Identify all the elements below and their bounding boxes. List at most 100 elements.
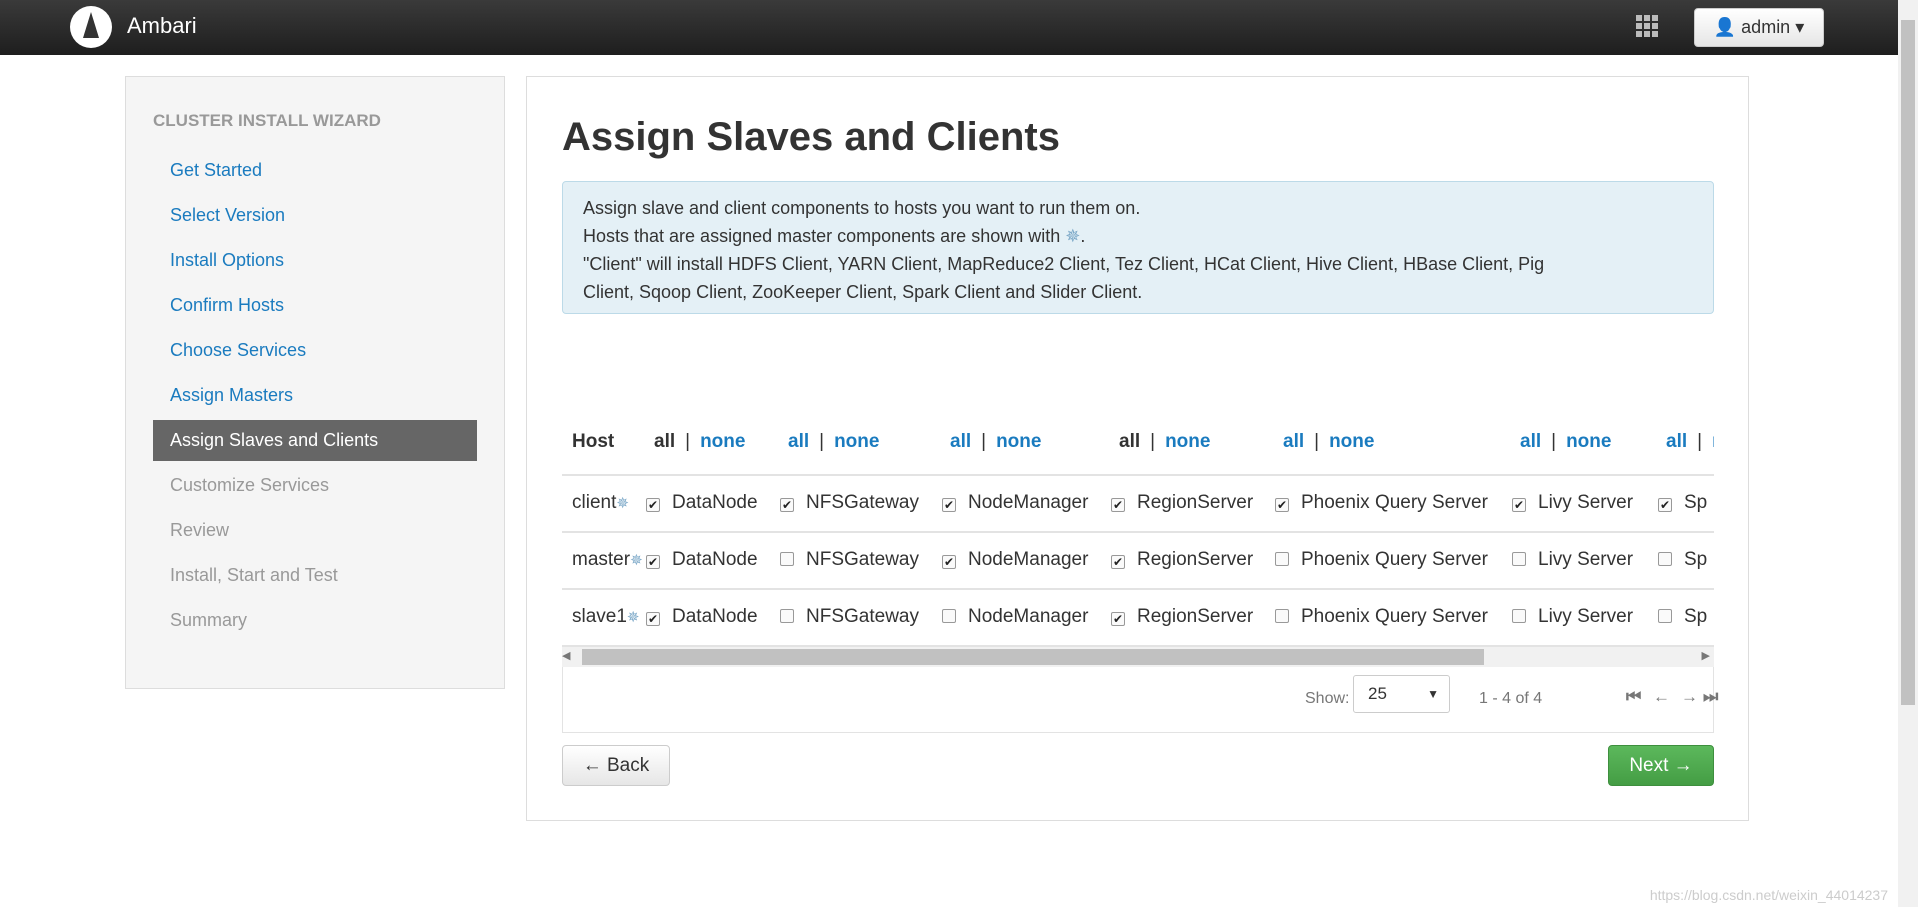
hosts-components-table: Host all | none all | none all | none all | none all |… — [562, 327, 1714, 647]
last-page-icon[interactable]: ⏭ — [1703, 687, 1718, 707]
grid-icon[interactable] — [1636, 15, 1660, 37]
checkbox[interactable]: ✔ — [646, 498, 660, 512]
back-button[interactable]: ← Back — [562, 745, 670, 786]
checkbox[interactable] — [1512, 609, 1526, 623]
checkbox[interactable]: ✔ — [1512, 498, 1526, 512]
component-name: Phoenix Query Server — [1301, 549, 1488, 570]
component-checkbox[interactable]: Sp — [1658, 549, 1707, 571]
checkbox[interactable] — [780, 552, 794, 566]
sidebar-item: Review — [170, 520, 230, 540]
row-divider — [562, 474, 1714, 476]
separator: | — [981, 431, 987, 452]
next-page-icon[interactable]: → — [1681, 687, 1698, 707]
component-checkbox[interactable]: ✔ DataNode — [646, 606, 758, 628]
checkbox[interactable]: ✔ — [646, 555, 660, 569]
checkbox[interactable] — [1658, 609, 1672, 623]
select-all-link[interactable]: all — [654, 431, 675, 452]
checkbox[interactable]: ✔ — [1111, 498, 1125, 512]
component-checkbox[interactable]: ✔ NFSGateway — [780, 492, 919, 514]
checkbox[interactable] — [942, 609, 956, 623]
info-alert: Assign slave and client components to ho… — [562, 181, 1714, 314]
select-none-link[interactable]: none — [834, 431, 879, 452]
select-all-link[interactable]: all — [1119, 431, 1140, 452]
component-checkbox[interactable]: NFSGateway — [780, 606, 919, 628]
select-all-link[interactable]: all — [788, 431, 809, 452]
checkbox[interactable] — [1658, 552, 1672, 566]
select-all-link[interactable]: all — [1283, 431, 1304, 452]
component-checkbox[interactable]: Sp — [1658, 606, 1707, 628]
brand-name[interactable]: Ambari — [127, 13, 197, 39]
checkbox[interactable]: ✔ — [1111, 555, 1125, 569]
checkbox[interactable]: ✔ — [1111, 612, 1125, 626]
select-none-link[interactable]: none — [1329, 431, 1374, 452]
select-none-link[interactable]: none — [996, 431, 1041, 452]
horizontal-scrollbar[interactable]: ◀ ▶ — [562, 647, 1714, 667]
next-button[interactable]: Next → — [1608, 745, 1714, 786]
checkbox[interactable] — [1512, 552, 1526, 566]
component-name: DataNode — [672, 606, 758, 627]
checkbox[interactable] — [780, 609, 794, 623]
component-checkbox[interactable]: ✔ Phoenix Query Server — [1275, 492, 1488, 514]
select-all-link[interactable]: all — [950, 431, 971, 452]
main-panel: Assign Slaves and Clients Assign slave a… — [526, 76, 1749, 821]
component-name: Livy Server — [1538, 606, 1634, 627]
component-name: NFSGateway — [806, 606, 919, 627]
master-star-icon: ✵ — [616, 495, 629, 512]
component-checkbox[interactable]: Livy Server — [1512, 549, 1633, 571]
checkbox[interactable]: ✔ — [1658, 498, 1672, 512]
sidebar-item[interactable]: Select Version — [153, 195, 477, 236]
component-checkbox[interactable]: ✔ DataNode — [646, 492, 758, 514]
first-page-icon[interactable]: ⏮ — [1626, 687, 1641, 707]
checkbox[interactable] — [1275, 552, 1289, 566]
component-checkbox[interactable]: ✔ RegionServer — [1111, 492, 1253, 514]
select-all-link[interactable]: all — [1520, 431, 1541, 452]
component-checkbox[interactable]: ✔ DataNode — [646, 549, 758, 571]
component-name: NodeManager — [968, 492, 1089, 513]
component-checkbox[interactable]: Phoenix Query Server — [1275, 549, 1488, 571]
select-none-link[interactable]: none — [1712, 431, 1714, 452]
component-name: RegionServer — [1137, 549, 1254, 570]
page-size-select[interactable]: 25 ▼ — [1353, 675, 1450, 713]
component-checkbox[interactable]: ✔ RegionServer — [1111, 606, 1253, 628]
checkbox[interactable]: ✔ — [942, 498, 956, 512]
host-label: master — [572, 549, 631, 570]
checkbox[interactable]: ✔ — [646, 612, 660, 626]
prev-page-icon[interactable]: ← — [1653, 687, 1670, 707]
checkbox[interactable]: ✔ — [780, 498, 794, 512]
component-checkbox[interactable]: ✔ RegionServer — [1111, 549, 1253, 571]
page-scrollbar[interactable] — [1898, 0, 1918, 907]
ambari-logo[interactable] — [70, 6, 112, 48]
sidebar-item[interactable]: Confirm Hosts — [153, 285, 477, 326]
component-checkbox[interactable]: Phoenix Query Server — [1275, 606, 1488, 628]
component-name: Livy Server — [1538, 492, 1634, 513]
host-name: master✵ — [572, 549, 643, 571]
select-all-link[interactable]: all — [1666, 431, 1687, 452]
alert-line: Hosts that are assigned master component… — [583, 226, 1086, 246]
sidebar-item[interactable]: Get Started — [153, 150, 477, 191]
component-checkbox[interactable]: Livy Server — [1512, 606, 1633, 628]
sidebar-item[interactable]: Choose Services — [153, 330, 477, 371]
sidebar-item: Install, Start and Test — [170, 565, 338, 585]
sidebar-item: Summary — [170, 610, 248, 630]
master-star-icon: ✵ — [626, 609, 640, 626]
user-icon: 👤 — [1713, 17, 1742, 37]
select-none-link[interactable]: none — [1566, 431, 1611, 452]
component-checkbox[interactable]: NodeManager — [942, 606, 1088, 628]
component-name: Sp — [1684, 549, 1708, 570]
component-checkbox[interactable]: ✔ NodeManager — [942, 492, 1088, 514]
component-checkbox[interactable]: NFSGateway — [780, 549, 919, 571]
select-none-link[interactable]: none — [700, 431, 745, 452]
select-none-link[interactable]: none — [1165, 431, 1210, 452]
checkbox[interactable] — [1275, 609, 1289, 623]
column-select-links: all | none — [1520, 431, 1611, 453]
component-checkbox[interactable]: ✔ Livy Server — [1512, 492, 1633, 514]
sidebar-item[interactable]: Install Options — [153, 240, 477, 281]
page-title: Assign Slaves and Clients — [562, 115, 1060, 159]
component-checkbox[interactable]: ✔ Sp — [1658, 492, 1707, 514]
separator: | — [1314, 431, 1320, 452]
checkbox[interactable]: ✔ — [942, 555, 956, 569]
user-menu-button[interactable]: 👤 admin ▾ — [1694, 8, 1824, 47]
sidebar-item[interactable]: Assign Masters — [153, 375, 477, 416]
checkbox[interactable]: ✔ — [1275, 498, 1289, 512]
component-checkbox[interactable]: ✔ NodeManager — [942, 549, 1088, 571]
